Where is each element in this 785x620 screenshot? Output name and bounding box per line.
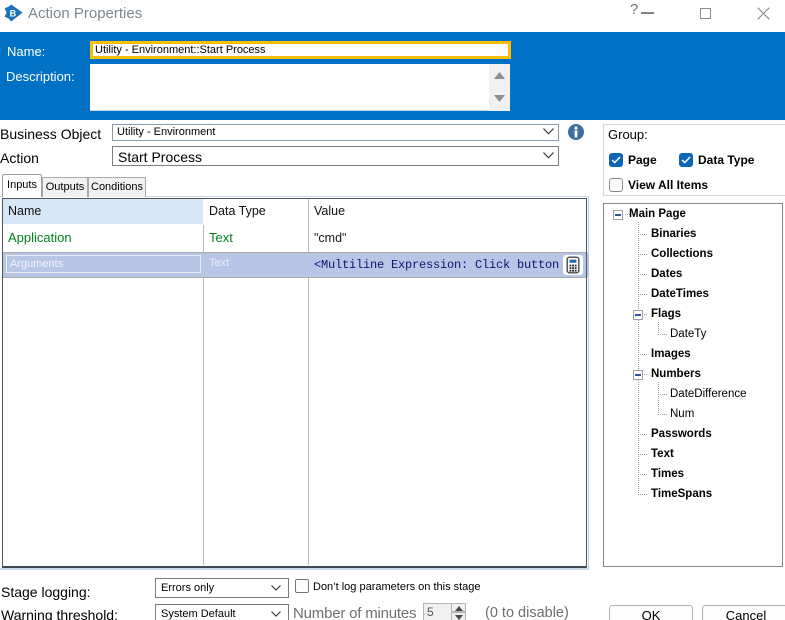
svg-text:B: B: [10, 9, 17, 19]
